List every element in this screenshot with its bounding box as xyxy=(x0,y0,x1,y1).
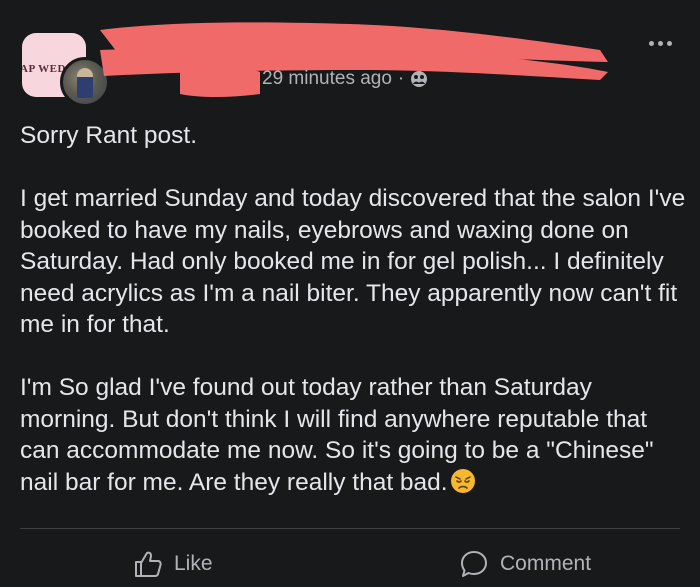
user-avatar[interactable] xyxy=(60,57,110,107)
post-action-bar: Like Comment xyxy=(0,540,700,587)
post-avatars[interactable]: AP WED xyxy=(22,33,110,107)
more-options-button[interactable] xyxy=(640,28,680,58)
thumbs-up-icon xyxy=(135,551,162,577)
group-audience-icon[interactable] xyxy=(410,70,428,88)
avatar-figure xyxy=(77,68,93,98)
group-avatar-text: AP WED xyxy=(22,63,66,75)
actions-divider xyxy=(20,528,680,529)
more-dot-icon xyxy=(666,40,672,46)
post-paragraph-3: I'm So glad I've found out today rather … xyxy=(20,372,686,498)
post-meta: 29 minutes ago · xyxy=(262,68,428,90)
like-button[interactable]: Like xyxy=(132,548,213,580)
comment-label: Comment xyxy=(500,552,592,575)
comment-bubble-icon xyxy=(461,551,487,577)
post-text: Sorry Rant post. I get married Sunday an… xyxy=(20,120,686,498)
post-card: AP WED 29 minutes ago · Sorry Rant post.… xyxy=(0,0,700,587)
redacted-author-name xyxy=(100,22,608,97)
meta-separator: · xyxy=(397,68,405,89)
more-dot-icon xyxy=(657,40,663,46)
like-label: Like xyxy=(174,552,213,575)
more-dot-icon xyxy=(648,40,654,46)
post-paragraph-3-text: I'm So glad I've found out today rather … xyxy=(20,374,654,496)
post-paragraph-1: Sorry Rant post. xyxy=(20,122,198,149)
comment-button[interactable]: Comment xyxy=(458,548,591,580)
disappointed-face-emoji xyxy=(450,468,475,493)
post-timestamp[interactable]: 29 minutes ago xyxy=(262,68,392,90)
post-paragraph-2: I get married Sunday and today discovere… xyxy=(20,185,686,338)
